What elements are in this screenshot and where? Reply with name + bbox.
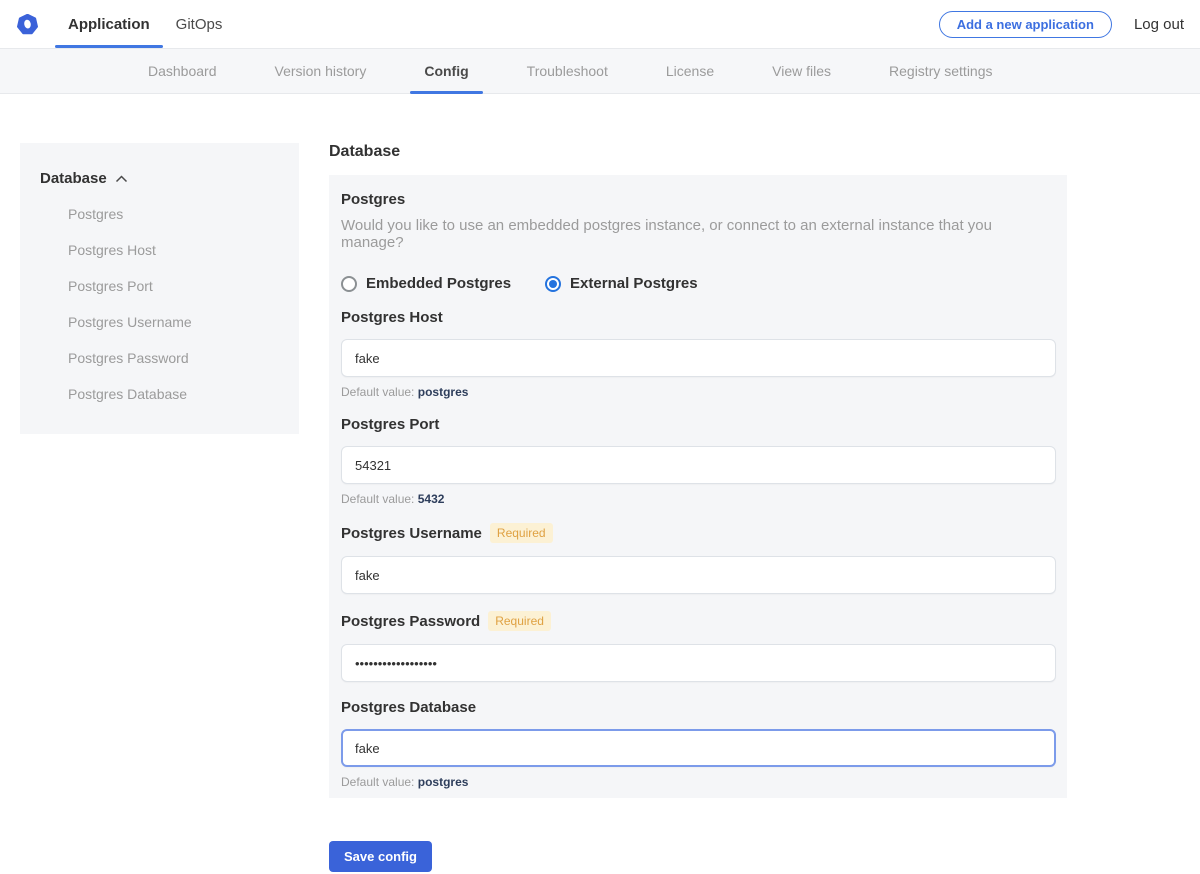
postgres-port-default: Default value: 5432 xyxy=(341,492,1056,506)
postgres-database-input[interactable] xyxy=(341,729,1056,767)
logout-link[interactable]: Log out xyxy=(1134,16,1184,33)
sidebar-item-postgres-database[interactable]: Postgres Database xyxy=(60,376,279,412)
sidebar-item-postgres-password[interactable]: Postgres Password xyxy=(60,340,279,376)
postgres-help-text: Would you like to use an embedded postgr… xyxy=(341,217,1056,251)
default-prefix: Default value: xyxy=(341,492,414,506)
header-tabs: Application GitOps xyxy=(55,0,235,48)
subnav-item-version-history[interactable]: Version history xyxy=(275,49,367,93)
field-postgres-host: Postgres Host Default value: postgres xyxy=(341,309,1056,399)
postgres-password-label: Postgres Password xyxy=(341,613,480,630)
subnav-item-license[interactable]: License xyxy=(666,49,714,93)
radio-embedded-postgres-label: Embedded Postgres xyxy=(366,275,511,292)
chevron-up-icon xyxy=(115,175,128,183)
field-postgres-database: Postgres Database Default value: postgre… xyxy=(341,699,1056,789)
postgres-group-label: Postgres xyxy=(341,191,1056,208)
field-postgres-password: Postgres Password Required xyxy=(341,611,1056,682)
postgres-username-label: Postgres Username xyxy=(341,525,482,542)
subnav-item-view-files[interactable]: View files xyxy=(772,49,831,93)
tab-application[interactable]: Application xyxy=(55,0,163,48)
sidebar-group-label: Database xyxy=(40,170,107,187)
sidebar-group-database[interactable]: Database xyxy=(40,170,279,187)
field-postgres-port: Postgres Port Default value: 5432 xyxy=(341,416,1056,506)
replicated-logo-icon xyxy=(17,14,38,35)
radio-selected-icon xyxy=(545,276,561,292)
radio-external-postgres[interactable]: External Postgres xyxy=(545,275,698,292)
field-postgres-username: Postgres Username Required xyxy=(341,523,1056,594)
app-subnav: Dashboard Version history Config Trouble… xyxy=(0,48,1200,94)
postgres-host-default: Default value: postgres xyxy=(341,385,1056,399)
default-value: postgres xyxy=(418,775,469,789)
sidebar-item-postgres[interactable]: Postgres xyxy=(60,196,279,232)
postgres-database-default: Default value: postgres xyxy=(341,775,1056,789)
add-application-button[interactable]: Add a new application xyxy=(939,11,1112,38)
postgres-password-input[interactable] xyxy=(341,644,1056,682)
sidebar-item-postgres-username[interactable]: Postgres Username xyxy=(60,304,279,340)
radio-unselected-icon xyxy=(341,276,357,292)
config-group-card: Postgres Would you like to use an embedd… xyxy=(329,175,1067,798)
radio-external-postgres-label: External Postgres xyxy=(570,275,698,292)
save-config-button[interactable]: Save config xyxy=(329,841,432,872)
config-sidebar: Database Postgres Postgres Host Postgres… xyxy=(20,143,299,434)
postgres-username-input[interactable] xyxy=(341,556,1056,594)
tab-gitops-label: GitOps xyxy=(176,16,223,33)
required-badge: Required xyxy=(490,523,553,543)
default-prefix: Default value: xyxy=(341,385,414,399)
postgres-port-label: Postgres Port xyxy=(341,416,439,433)
postgres-database-label: Postgres Database xyxy=(341,699,476,716)
default-value: postgres xyxy=(418,385,469,399)
default-prefix: Default value: xyxy=(341,775,414,789)
postgres-host-input[interactable] xyxy=(341,339,1056,377)
sidebar-item-postgres-host[interactable]: Postgres Host xyxy=(60,232,279,268)
default-value: 5432 xyxy=(418,492,445,506)
subnav-item-config[interactable]: Config xyxy=(424,49,468,93)
tab-gitops[interactable]: GitOps xyxy=(163,0,236,48)
page-title: Database xyxy=(329,143,1067,161)
app-logo[interactable] xyxy=(0,0,55,48)
postgres-radio-group: Postgres Would you like to use an embedd… xyxy=(341,191,1056,292)
subnav-item-troubleshoot[interactable]: Troubleshoot xyxy=(527,49,608,93)
subnav-item-registry-settings[interactable]: Registry settings xyxy=(889,49,992,93)
subnav-item-dashboard[interactable]: Dashboard xyxy=(148,49,217,93)
postgres-host-label: Postgres Host xyxy=(341,309,443,326)
header-right: Add a new application Log out xyxy=(939,0,1200,48)
postgres-options: Embedded Postgres External Postgres xyxy=(341,275,1056,292)
postgres-port-input[interactable] xyxy=(341,446,1056,484)
config-page: Database Postgres Postgres Host Postgres… xyxy=(0,143,1200,872)
required-badge: Required xyxy=(488,611,551,631)
sidebar-item-postgres-port[interactable]: Postgres Port xyxy=(60,268,279,304)
config-main: Database Postgres Would you like to use … xyxy=(329,143,1067,872)
tab-application-label: Application xyxy=(68,16,150,33)
top-header: Application GitOps Add a new application… xyxy=(0,0,1200,48)
radio-embedded-postgres[interactable]: Embedded Postgres xyxy=(341,275,511,292)
